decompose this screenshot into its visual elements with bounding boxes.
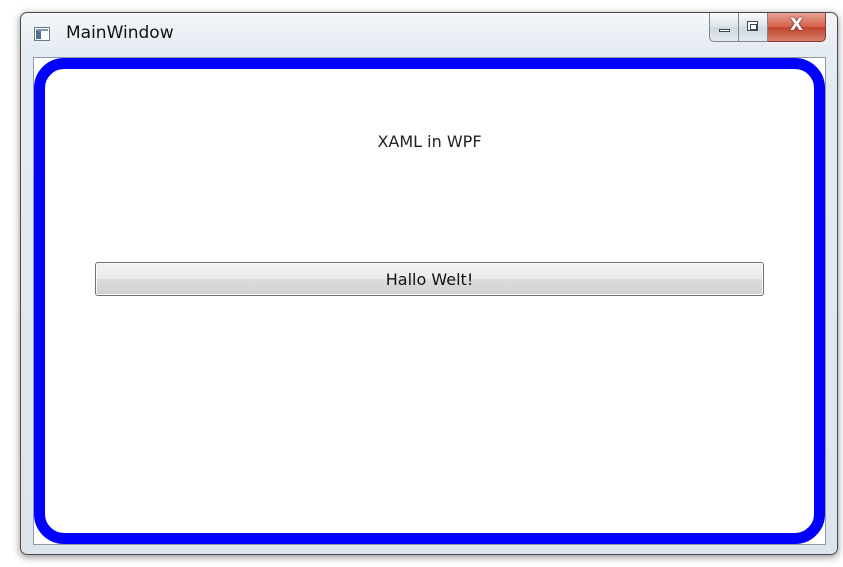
window-title: MainWindow [66, 23, 174, 43]
blue-rounded-border [34, 58, 825, 544]
maximize-icon [747, 21, 758, 31]
minimize-icon [719, 29, 730, 32]
hallo-welt-button[interactable]: Hallo Welt! [95, 262, 764, 296]
maximize-button[interactable] [739, 13, 768, 42]
close-icon: X [789, 15, 804, 35]
heading-text: XAML in WPF [377, 132, 482, 151]
client-area: XAML in WPF Hallo Welt! [33, 57, 826, 545]
caption-buttons: X [709, 13, 826, 43]
window-app-icon[interactable] [34, 27, 50, 41]
title-bar[interactable]: MainWindow X [21, 13, 837, 55]
minimize-button[interactable] [709, 13, 739, 42]
close-button[interactable]: X [768, 13, 826, 42]
main-window: MainWindow X XAML in WPF Hallo Welt! [20, 12, 838, 555]
